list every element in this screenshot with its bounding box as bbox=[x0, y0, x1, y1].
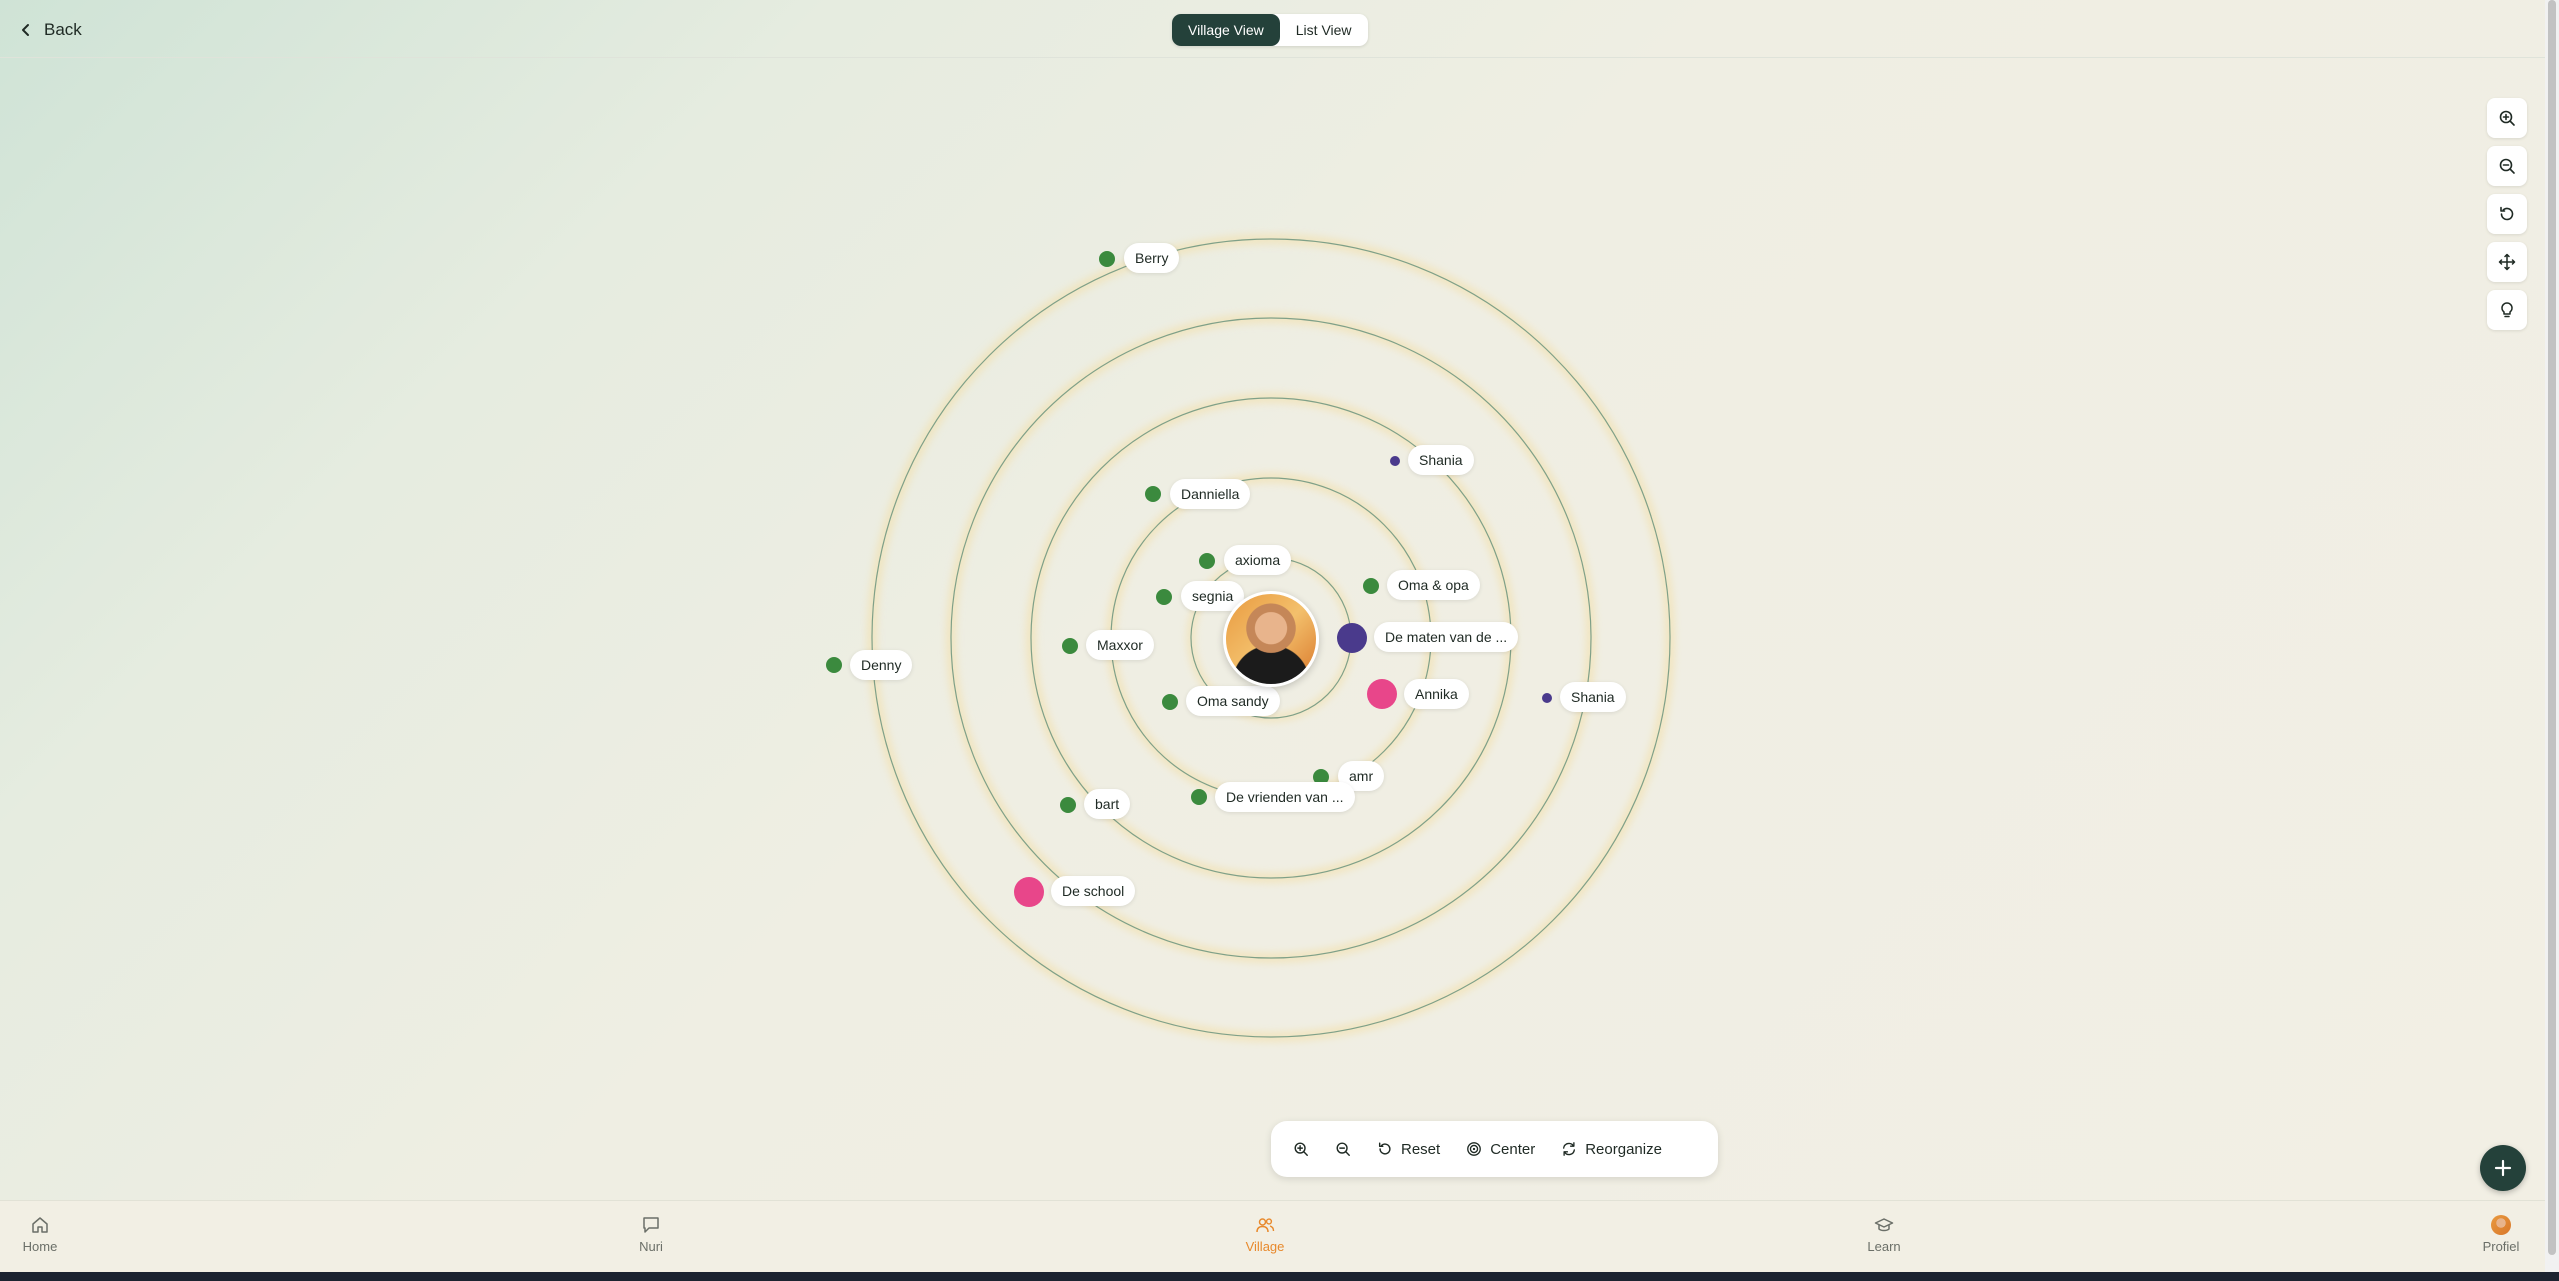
nav-learn[interactable]: Learn bbox=[1839, 1215, 1929, 1254]
person-label[interactable]: axioma bbox=[1224, 545, 1292, 575]
zoom-out-icon bbox=[1336, 1142, 1350, 1156]
graduation-cap-icon bbox=[1874, 1218, 1894, 1232]
person-dot[interactable] bbox=[1367, 679, 1397, 709]
nav-home-label: Home bbox=[22, 1239, 58, 1254]
person-dot[interactable] bbox=[1363, 578, 1379, 594]
person-label[interactable]: Oma & opa bbox=[1387, 570, 1480, 600]
person-dot[interactable] bbox=[1390, 456, 1400, 466]
page-scrollbar[interactable] bbox=[2545, 0, 2559, 1272]
person-label[interactable]: Berry bbox=[1124, 243, 1180, 273]
toolbar-reset-button[interactable]: Reset bbox=[1371, 1131, 1446, 1167]
home-icon bbox=[32, 1217, 48, 1233]
os-taskbar bbox=[0, 1272, 2559, 1281]
plus-icon bbox=[2494, 1159, 2512, 1177]
center-label: Center bbox=[1490, 1140, 1536, 1158]
person-dot[interactable] bbox=[1099, 251, 1115, 267]
village-toolbar: Reset Center Reorganize bbox=[1271, 1121, 1718, 1177]
nav-home[interactable]: Home bbox=[0, 1215, 85, 1254]
toolbar-zoom-out-button[interactable] bbox=[1329, 1131, 1357, 1167]
reorganize-label: Reorganize bbox=[1585, 1140, 1662, 1158]
person-dot[interactable] bbox=[1145, 486, 1161, 502]
zoom-out-button[interactable] bbox=[2487, 146, 2527, 186]
toolbar-zoom-in-button[interactable] bbox=[1287, 1131, 1315, 1167]
person-label[interactable]: Oma sandy bbox=[1186, 686, 1280, 716]
nav-village[interactable]: Village bbox=[1220, 1215, 1310, 1254]
person-dot[interactable] bbox=[1062, 638, 1078, 654]
user-avatar[interactable] bbox=[1223, 591, 1319, 687]
toolbar-center-button[interactable]: Center bbox=[1460, 1131, 1541, 1167]
profile-avatar bbox=[2491, 1215, 2511, 1235]
nav-profiel-label: Profiel bbox=[2482, 1239, 2520, 1254]
person-dot[interactable] bbox=[1199, 553, 1215, 569]
person-dot[interactable] bbox=[1060, 797, 1076, 813]
add-person-button[interactable] bbox=[2480, 1145, 2526, 1191]
map-tools bbox=[2487, 98, 2527, 330]
person-dot[interactable] bbox=[1014, 877, 1044, 907]
zoom-in-icon bbox=[1294, 1142, 1308, 1156]
nav-nuri[interactable]: Nuri bbox=[606, 1215, 696, 1254]
scroll-thumb[interactable] bbox=[2548, 0, 2556, 1255]
users-icon bbox=[1256, 1218, 1275, 1233]
person-dot[interactable] bbox=[1156, 589, 1172, 605]
person-label[interactable]: Maxxor bbox=[1086, 630, 1154, 660]
person-dot[interactable] bbox=[1542, 693, 1552, 703]
tips-button[interactable] bbox=[2487, 290, 2527, 330]
person-dot[interactable] bbox=[826, 657, 842, 673]
person-dot[interactable] bbox=[1337, 623, 1367, 653]
nav-learn-label: Learn bbox=[1867, 1239, 1901, 1254]
rotate-ccw-icon bbox=[2500, 206, 2514, 221]
nav-village-label: Village bbox=[1245, 1239, 1285, 1254]
target-icon bbox=[1467, 1142, 1482, 1156]
toolbar-reorganize-button[interactable]: Reorganize bbox=[1555, 1131, 1668, 1167]
move-button[interactable] bbox=[2487, 242, 2527, 282]
person-dot[interactable] bbox=[1191, 789, 1207, 805]
rotate-ccw-icon bbox=[1378, 1142, 1391, 1155]
zoom-out-icon bbox=[2499, 158, 2515, 174]
bottom-nav: Home Nuri Village Learn Profiel bbox=[0, 1200, 2545, 1272]
refresh-icon bbox=[1563, 1142, 1576, 1156]
person-label[interactable]: bart bbox=[1084, 789, 1131, 819]
person-label[interactable]: Danniella bbox=[1170, 479, 1251, 509]
person-label[interactable]: Annika bbox=[1404, 679, 1469, 709]
zoom-in-icon bbox=[2499, 110, 2515, 126]
person-label[interactable]: Shania bbox=[1408, 445, 1474, 475]
person-label[interactable]: De vrienden van ... bbox=[1215, 782, 1355, 812]
move-icon bbox=[2498, 253, 2516, 271]
nav-profiel[interactable]: Profiel bbox=[2456, 1215, 2546, 1254]
lightbulb-icon bbox=[2501, 302, 2513, 318]
person-label[interactable]: Denny bbox=[850, 650, 913, 680]
person-label[interactable]: Shania bbox=[1560, 682, 1626, 712]
chat-icon bbox=[643, 1217, 659, 1233]
nav-nuri-label: Nuri bbox=[639, 1239, 663, 1254]
person-label[interactable]: De maten van de ... bbox=[1374, 622, 1519, 652]
zoom-in-button[interactable] bbox=[2487, 98, 2527, 138]
person-label[interactable]: De school bbox=[1051, 876, 1136, 906]
reset-view-button[interactable] bbox=[2487, 194, 2527, 234]
reset-label: Reset bbox=[1401, 1140, 1441, 1158]
person-dot[interactable] bbox=[1162, 694, 1178, 710]
